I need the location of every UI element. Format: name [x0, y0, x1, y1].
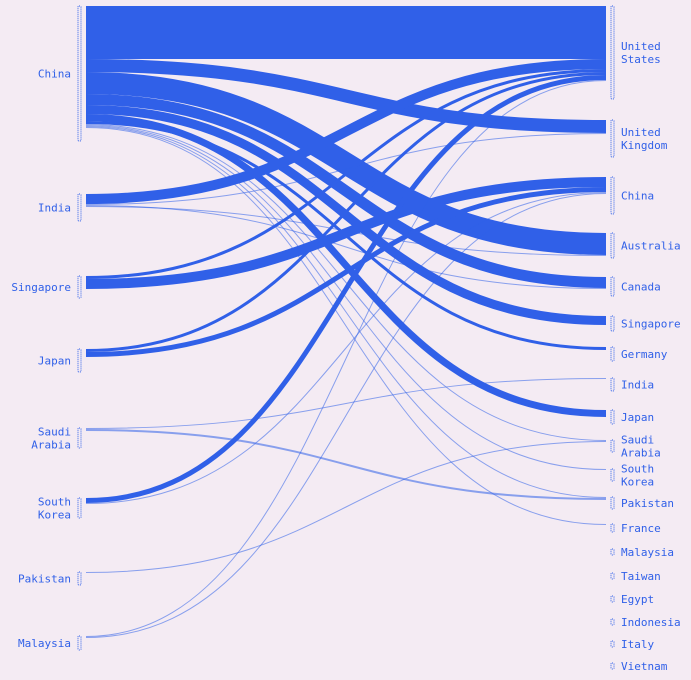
target-label-us-line-2: States: [621, 53, 661, 66]
source-node-india: [77, 193, 82, 222]
target-node-indonesia: [610, 618, 615, 626]
target-label-france: France: [621, 522, 661, 535]
source-node-japan: [77, 348, 82, 373]
target-label-us-line-1: United: [621, 40, 661, 53]
source-node-pakistan: [77, 571, 82, 586]
target-node-vietnam: [610, 662, 615, 670]
flows-layer: [85, 5, 607, 638]
target-label-uk-line-2: Kingdom: [621, 139, 668, 152]
target-label-india: India: [621, 379, 654, 392]
target-node-malaysia: [610, 548, 615, 556]
flow-malaysia-to-china: [85, 193, 607, 638]
flow-saudi-to-pakistan: [85, 429, 607, 500]
target-node-taiwan: [610, 572, 615, 580]
target-label-singapore: Singapore: [621, 318, 681, 331]
target-label-skorea-line-2: Korea: [621, 476, 654, 489]
source-label-saudi-line-2: Arabia: [31, 439, 71, 452]
target-label-australia: Australia: [621, 240, 681, 253]
target-label-skorea-line-1: South: [621, 463, 654, 476]
target-label-indonesia: Indonesia: [621, 616, 681, 629]
target-label-canada: Canada: [621, 281, 661, 294]
target-label-germany: Germany: [621, 348, 668, 361]
target-node-uk: [610, 119, 615, 158]
target-node-germany: [610, 346, 615, 362]
target-node-india: [610, 377, 615, 392]
target-label-egypt: Egypt: [621, 593, 654, 606]
target-label-saudi-line-2: Arabia: [621, 447, 661, 460]
target-label-china: China: [621, 190, 654, 203]
target-label-japan: Japan: [621, 411, 654, 424]
target-node-singapore: [610, 315, 615, 332]
source-label-china: China: [38, 68, 71, 81]
target-label-saudi-line-1: Saudi: [621, 434, 654, 447]
flow-china-to-skorea: [85, 125, 607, 470]
target-label-pakistan: Pakistan: [621, 497, 674, 510]
source-label-india: India: [38, 202, 71, 215]
source-node-singapore: [77, 275, 82, 299]
target-node-pakistan: [610, 496, 615, 510]
target-node-japan: [610, 409, 615, 425]
source-label-skorea-line-2: Korea: [38, 509, 71, 522]
target-label-malaysia: Malaysia: [621, 546, 674, 559]
target-label-uk-line-1: United: [621, 126, 661, 139]
source-label-malaysia: Malaysia: [18, 637, 71, 650]
target-label-vietnam: Vietnam: [621, 660, 668, 673]
target-node-skorea: [610, 468, 615, 482]
source-label-saudi-line-1: Saudi: [38, 426, 71, 439]
source-label-skorea-line-1: South: [38, 496, 71, 509]
source-label-japan: Japan: [38, 355, 71, 368]
target-node-egypt: [610, 595, 615, 603]
source-node-skorea: [77, 497, 82, 519]
source-label-pakistan: Pakistan: [18, 573, 71, 586]
flow-pakistan-to-saudi: [85, 441, 607, 573]
target-node-australia: [610, 232, 615, 259]
target-label-taiwan: Taiwan: [621, 570, 661, 583]
source-node-china: [77, 5, 82, 142]
target-node-us: [610, 5, 615, 100]
source-node-malaysia: [77, 635, 82, 651]
source-node-saudi: [77, 427, 82, 449]
source-label-singapore: Singapore: [11, 281, 71, 294]
target-node-france: [610, 523, 615, 533]
target-node-china: [610, 176, 615, 215]
sankey-chart: ChinaIndiaSingaporeJapanSaudiArabiaSouth…: [11, 5, 681, 673]
target-label-italy: Italy: [621, 638, 654, 651]
target-node-saudi: [610, 439, 615, 453]
target-node-italy: [610, 640, 615, 648]
target-node-canada: [610, 276, 615, 297]
